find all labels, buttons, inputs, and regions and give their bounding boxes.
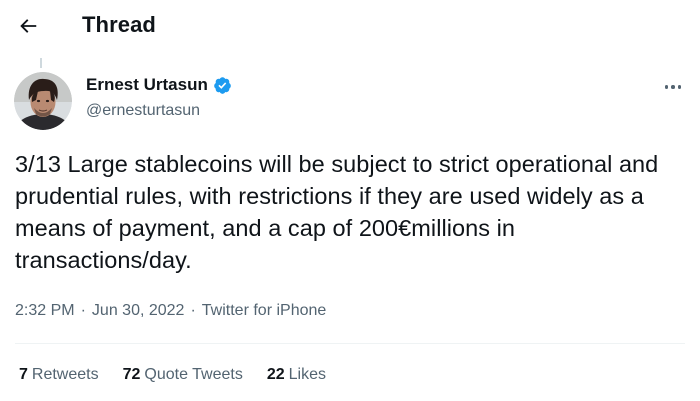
likes-label: Likes bbox=[288, 366, 326, 383]
header: Thread bbox=[0, 0, 700, 52]
retweets-count: 7 bbox=[19, 366, 28, 383]
tweet-meta: 2:32 PM · Jun 30, 2022 · Twitter for iPh… bbox=[15, 302, 326, 320]
quote-tweets-label: Quote Tweets bbox=[144, 366, 243, 383]
tweet-text: 3/13 Large stablecoins will be subject t… bbox=[15, 151, 659, 273]
meta-separator: · bbox=[80, 302, 86, 319]
author-handle[interactable]: @ernesturtasun bbox=[86, 102, 232, 120]
likes-stat[interactable]: 22 Likes bbox=[267, 366, 326, 384]
thread-connector-line bbox=[40, 58, 42, 68]
tweet-date[interactable]: Jun 30, 2022 bbox=[92, 302, 185, 320]
page-title: Thread bbox=[82, 12, 156, 37]
retweets-label: Retweets bbox=[31, 366, 99, 383]
more-horizontal-icon-dot bbox=[671, 85, 675, 89]
likes-count: 22 bbox=[266, 366, 285, 383]
author-display-name[interactable]: Ernest Urtasun bbox=[86, 75, 208, 95]
avatar[interactable] bbox=[14, 72, 72, 130]
more-horizontal-icon bbox=[664, 85, 669, 89]
name-row: Ernest Urtasun bbox=[86, 75, 232, 95]
back-button[interactable] bbox=[14, 12, 42, 40]
more-horizontal-icon-dot bbox=[677, 85, 682, 89]
verified-badge-icon bbox=[214, 76, 231, 94]
author-block: Ernest Urtasun @ernesturtasun bbox=[86, 75, 232, 120]
divider bbox=[15, 343, 685, 344]
meta-separator: · bbox=[190, 302, 196, 319]
avatar-image bbox=[14, 72, 72, 130]
quote-tweets-stat[interactable]: 72 Quote Tweets bbox=[123, 366, 243, 384]
tweet-time[interactable]: 2:32 PM bbox=[15, 302, 75, 320]
more-options-button[interactable] bbox=[660, 78, 686, 96]
tweet-source[interactable]: Twitter for iPhone bbox=[202, 302, 327, 320]
quote-tweets-count: 72 bbox=[122, 366, 141, 383]
retweets-stat[interactable]: 7 Retweets bbox=[19, 366, 99, 384]
tweet-stats: 7 Retweets 72 Quote Tweets 22 Likes bbox=[19, 366, 326, 384]
arrow-left-icon bbox=[20, 19, 37, 33]
